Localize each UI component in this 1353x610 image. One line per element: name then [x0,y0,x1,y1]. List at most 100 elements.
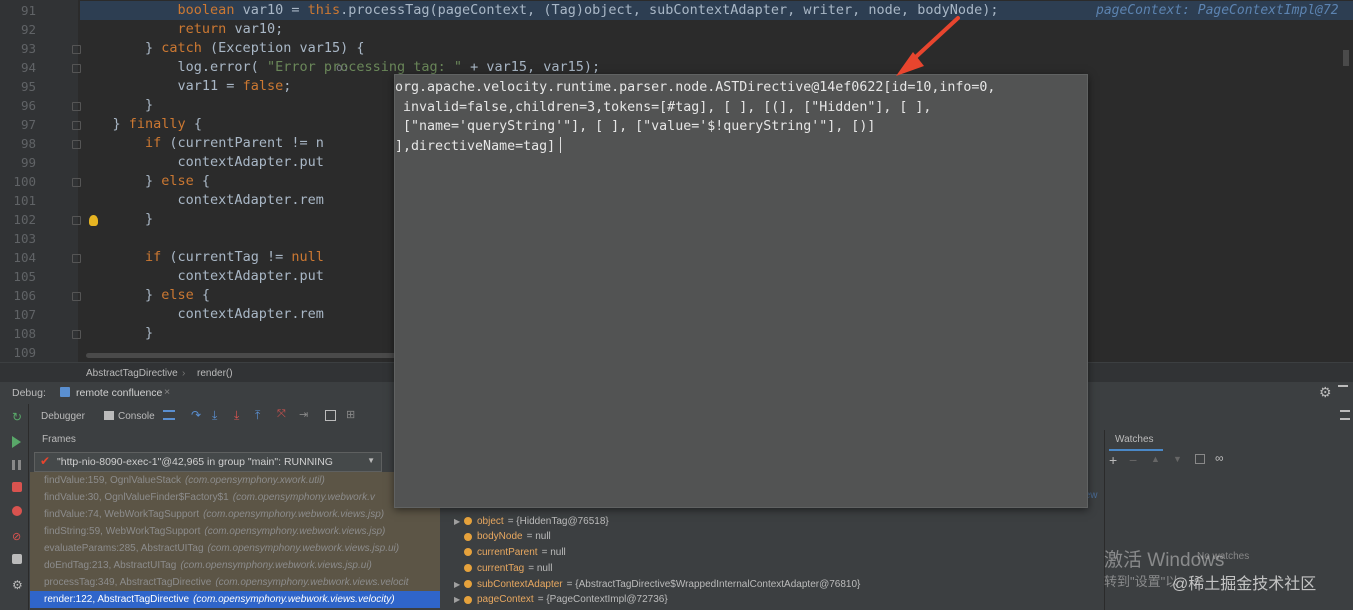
variable-row[interactable]: ▶ object = {HiddenTag@76518} [442,514,1102,530]
line-number-gutter[interactable]: 91 92 93 94 95 96 97 98 99 100 101 102 103 104 105 106 1… [0,0,81,362]
frame-package: (com.opensymphony.webwork.views.jsp.ui) [180,560,372,571]
line-number[interactable]: 96 [0,98,36,113]
expand-arrow-icon[interactable]: ▶ [454,592,464,608]
line-number[interactable]: 100 [0,174,36,189]
frame-method: findValue:30, OgnlValueFinder$Factory$1 [44,492,229,503]
minimize-icon[interactable] [1338,385,1348,389]
code-text: } catch (Exception var15) { [80,40,365,56]
settings-icon[interactable]: ⚙ [12,578,23,592]
line-number[interactable]: 104 [0,250,36,265]
evaluate-icon[interactable] [325,410,336,421]
step-into-icon[interactable]: ⤓ [212,408,224,422]
view-breakpoints-icon[interactable] [12,506,22,516]
frame-item[interactable]: doEndTag:213, AbstractUITag (com.opensymp… [30,557,440,574]
code-text: } else { [80,173,211,189]
line-number[interactable]: 91 [0,3,36,18]
frame-item[interactable]: findValue:74, WebWorkTagSupport (com.open… [30,506,440,523]
variable-row[interactable]: ▶ pageContext = {PageContextImpl@72736} [442,592,1102,608]
close-session-icon[interactable]: × [164,386,170,398]
remove-watch-icon[interactable]: − [1129,452,1137,468]
line-number[interactable]: 93 [0,41,36,56]
camera-icon[interactable] [12,554,22,564]
code-line[interactable]: } catch (Exception var15) { [80,39,1353,58]
move-down-icon[interactable]: ▼ [1173,454,1182,464]
line-number[interactable]: 98 [0,136,36,151]
code-text: contextAdapter.rem [80,306,324,322]
frame-method: doEndTag:213, AbstractUITag [44,560,177,571]
restore-layout-icon[interactable] [1340,410,1350,420]
frame-item[interactable]: findString:59, WebWorkTagSupport (com.ope… [30,523,440,540]
value-tooltip-popup[interactable]: org.apache.velocity.runtime.parser.node.… [394,74,1088,508]
expand-arrow-icon[interactable]: ▶ [454,577,464,593]
step-out-icon[interactable]: ⤒ [255,408,267,422]
run-to-cursor-icon[interactable]: ⇥ [299,408,311,421]
breadcrumb-method[interactable]: render() [197,368,233,379]
line-number[interactable]: 99 [0,155,36,170]
popup-line: ],directiveName=tag] [395,138,556,154]
variable-row[interactable]: currentParent = null [442,545,1102,561]
variable-row[interactable]: currentTag = null [442,561,1102,577]
rerun-icon[interactable]: ↻ [12,410,22,424]
line-number[interactable]: 97 [0,117,36,132]
variable-name: bodyNode [477,531,523,543]
frames-pane: Frames ✔ "http-nio-8090-exec-1"@42,965 i… [30,430,440,610]
line-number[interactable]: 106 [0,288,36,303]
pause-icon[interactable] [12,460,21,470]
line-number[interactable]: 105 [0,269,36,284]
line-number[interactable]: 107 [0,307,36,322]
thread-select[interactable]: ✔ "http-nio-8090-exec-1"@42,965 in group… [34,452,382,472]
gear-icon[interactable]: ⚙ [1319,384,1332,401]
frame-item[interactable]: processTag:349, AbstractTagDirective (com… [30,574,440,591]
frame-method: findValue:159, OgnlValueStack [44,475,181,486]
expand-arrow-icon[interactable]: ▶ [454,514,464,530]
scrollbar-marker[interactable] [1343,50,1349,66]
line-number[interactable]: 109 [0,345,36,360]
frame-item[interactable]: evaluateParams:285, AbstractUITag (com.op… [30,540,440,557]
popup-line: org.apache.velocity.runtime.parser.node.… [395,80,996,95]
line-number[interactable]: 92 [0,22,36,37]
code-line[interactable]: return var10; [80,20,1353,39]
mute-breakpoints-icon[interactable]: ⊘ [12,530,22,543]
move-up-icon[interactable]: ▲ [1151,454,1160,464]
line-number[interactable]: 101 [0,193,36,208]
session-tab[interactable]: remote confluence [76,387,162,399]
field-icon [464,579,472,588]
variable-row[interactable]: ▶ subContextAdapter = {AbstractTagDirectiv… [442,577,1102,593]
frame-method: processTag:349, AbstractTagDirective [44,577,212,588]
variable-name: currentTag [477,562,525,574]
frame-package: (com.opensymphony.webwork.views.jsp.ui) [207,543,400,554]
line-number[interactable]: 102 [0,212,36,227]
step-over-icon[interactable]: ↷ [191,408,203,422]
chevron-down-icon: ▼ [367,456,375,465]
force-step-into-icon[interactable]: ⤓ [234,408,246,422]
frame-method: evaluateParams:285, AbstractUITag [44,543,204,554]
copy-watch-icon[interactable] [1195,454,1205,464]
tab-debugger[interactable]: Debugger [41,411,85,422]
resume-icon[interactable] [12,436,21,448]
frame-method: findString:59, WebWorkTagSupport [44,526,201,537]
breadcrumb-class[interactable]: AbstractTagDirective [86,368,178,379]
layout-icon[interactable] [163,410,175,420]
line-number[interactable]: 95 [0,79,36,94]
code-text: contextAdapter.rem [80,192,324,208]
popup-line: ["name='queryString'"], [ ], ["value='$!… [395,119,876,134]
code-text: } finally { [80,116,202,132]
variable-row[interactable]: bodyNode = null [442,529,1102,545]
frame-item[interactable]: findValue:30, OgnlValueFinder$Factory$1(… [30,489,440,506]
lightbulb-icon[interactable] [89,215,98,226]
watches-label: Watches [1115,434,1154,445]
add-watch-icon[interactable]: + [1109,452,1117,468]
frame-item[interactable]: render:122, AbstractTagDirective (com.ope… [30,591,440,608]
code-text: var11 = false; [80,78,292,94]
trace-icon[interactable]: ⊞ [346,408,358,421]
drop-frame-icon[interactable]: ⤧ [277,408,289,420]
code-line[interactable]: boolean var10 = this.processTag(pageCont… [80,1,1353,20]
line-number[interactable]: 108 [0,326,36,341]
line-number[interactable]: 103 [0,231,36,246]
frame-item[interactable]: findValue:159, OgnlValueStack (com.opensy… [30,472,440,489]
line-number[interactable]: 94 [0,60,36,75]
glasses-icon[interactable]: ∞ [1215,451,1224,465]
tab-console[interactable]: Console [118,411,155,422]
variable-name: currentParent [477,547,538,559]
stop-icon[interactable] [12,482,22,492]
